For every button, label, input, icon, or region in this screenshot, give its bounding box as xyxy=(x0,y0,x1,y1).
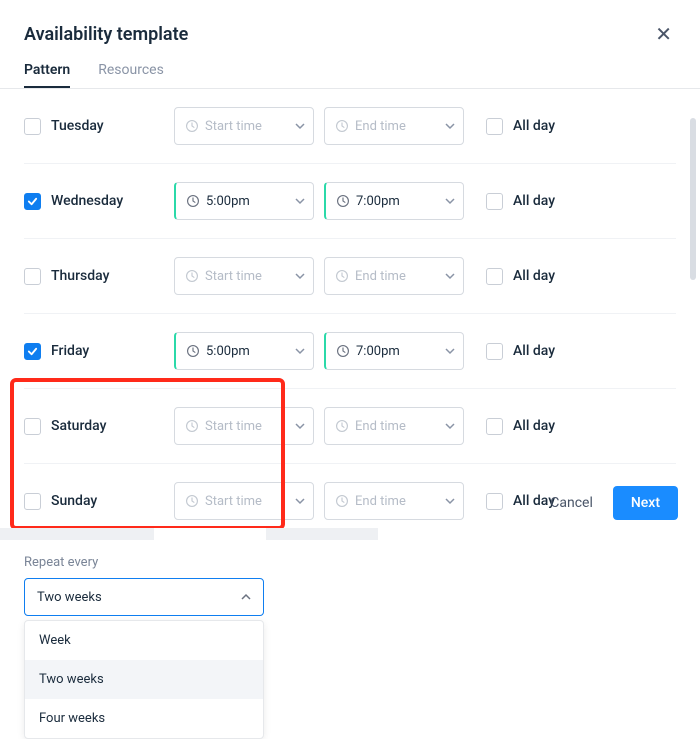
end-time-input[interactable]: End time xyxy=(324,107,464,145)
clock-icon xyxy=(186,194,200,208)
day-row: Thursday Start time End time All day xyxy=(24,239,676,314)
repeat-option[interactable]: Two weeks xyxy=(25,660,263,699)
day-label: Saturday xyxy=(51,418,106,434)
day-row: Wednesday 5:00pm 7:00pm All day xyxy=(24,164,676,239)
chevron-up-icon xyxy=(241,592,251,602)
chevron-down-icon xyxy=(445,346,455,356)
page-title: Availability template xyxy=(24,24,188,45)
start-time-input[interactable]: Start time xyxy=(174,407,314,445)
end-time-input[interactable]: End time xyxy=(324,257,464,295)
start-time-text: Start time xyxy=(205,119,289,134)
allday-checkbox[interactable] xyxy=(486,193,503,210)
start-time-text: 5:00pm xyxy=(206,194,289,209)
start-time-input[interactable]: Start time xyxy=(174,257,314,295)
end-time-input[interactable]: 7:00pm xyxy=(324,332,464,370)
clock-icon xyxy=(335,494,349,508)
allday-label: All day xyxy=(513,268,555,284)
repeat-select[interactable]: Two weeks xyxy=(24,578,264,616)
day-checkbox[interactable] xyxy=(24,118,41,135)
day-label: Tuesday xyxy=(51,118,104,134)
start-time-text: 5:00pm xyxy=(206,344,289,359)
end-time-input[interactable]: End time xyxy=(324,482,464,520)
start-time-text: Start time xyxy=(205,269,289,284)
allday-label: All day xyxy=(513,118,555,134)
chevron-down-icon xyxy=(445,271,455,281)
allday-checkbox[interactable] xyxy=(486,418,503,435)
start-time-input[interactable]: Start time xyxy=(174,482,314,520)
chevron-down-icon xyxy=(295,196,305,206)
start-time-input[interactable]: 5:00pm xyxy=(174,332,314,370)
end-time-text: End time xyxy=(355,419,439,434)
end-time-text: 7:00pm xyxy=(356,194,439,209)
chevron-down-icon xyxy=(295,496,305,506)
day-checkbox[interactable] xyxy=(24,343,41,360)
start-time-text: Start time xyxy=(205,494,289,509)
chevron-down-icon xyxy=(445,421,455,431)
repeat-dropdown: WeekTwo weeksFour weeks xyxy=(24,620,264,739)
day-row: Saturday Start time End time All day xyxy=(24,389,676,464)
allday-checkbox[interactable] xyxy=(486,268,503,285)
chevron-down-icon xyxy=(445,121,455,131)
scrollbar[interactable] xyxy=(690,118,696,280)
close-icon: ✕ xyxy=(655,22,672,46)
allday-checkbox[interactable] xyxy=(486,118,503,135)
clock-icon xyxy=(186,344,200,358)
clock-icon xyxy=(185,269,199,283)
cancel-button[interactable]: Cancel xyxy=(544,487,599,519)
end-time-input[interactable]: 7:00pm xyxy=(324,182,464,220)
next-button[interactable]: Next xyxy=(613,486,678,520)
end-time-input[interactable]: End time xyxy=(324,407,464,445)
allday-label: All day xyxy=(513,343,555,359)
days-list: TuesdayStart timeEnd timeAll dayWednesda… xyxy=(0,89,700,539)
chevron-down-icon xyxy=(445,196,455,206)
chevron-down-icon xyxy=(445,496,455,506)
end-time-text: End time xyxy=(355,269,439,284)
tab-resources[interactable]: Resources xyxy=(98,54,164,88)
start-time-input[interactable]: Start time xyxy=(174,107,314,145)
day-checkbox[interactable] xyxy=(24,268,41,285)
day-label: Wednesday xyxy=(51,193,123,209)
allday-label: All day xyxy=(513,418,555,434)
close-button[interactable]: ✕ xyxy=(651,18,676,50)
clock-icon xyxy=(335,419,349,433)
day-label: Thursday xyxy=(51,268,109,284)
repeat-select-value: Two weeks xyxy=(37,590,102,605)
clock-icon xyxy=(185,419,199,433)
repeat-option[interactable]: Week xyxy=(25,621,263,660)
chevron-down-icon xyxy=(295,346,305,356)
day-row: Tuesday Start time End time All day xyxy=(24,89,676,164)
start-time-text: Start time xyxy=(205,419,289,434)
chevron-down-icon xyxy=(295,421,305,431)
end-time-text: 7:00pm xyxy=(356,344,439,359)
clock-icon xyxy=(335,269,349,283)
clock-icon xyxy=(336,344,350,358)
allday-label: All day xyxy=(513,193,555,209)
repeat-label: Repeat every xyxy=(24,555,676,570)
chevron-down-icon xyxy=(295,121,305,131)
day-row: Friday 5:00pm 7:00pm All day xyxy=(24,314,676,389)
end-time-text: End time xyxy=(355,494,439,509)
start-time-input[interactable]: 5:00pm xyxy=(174,182,314,220)
clock-icon xyxy=(336,194,350,208)
repeat-option[interactable]: Four weeks xyxy=(25,699,263,738)
day-label: Sunday xyxy=(51,493,97,509)
tab-pattern[interactable]: Pattern xyxy=(24,54,70,88)
clock-icon xyxy=(335,119,349,133)
day-label: Friday xyxy=(51,343,89,359)
allday-checkbox[interactable] xyxy=(486,493,503,510)
background-strip xyxy=(0,528,700,540)
chevron-down-icon xyxy=(295,271,305,281)
day-checkbox[interactable] xyxy=(24,193,41,210)
day-checkbox[interactable] xyxy=(24,418,41,435)
allday-checkbox[interactable] xyxy=(486,343,503,360)
tabs: Pattern Resources xyxy=(0,54,700,89)
day-checkbox[interactable] xyxy=(24,493,41,510)
end-time-text: End time xyxy=(355,119,439,134)
clock-icon xyxy=(185,119,199,133)
clock-icon xyxy=(185,494,199,508)
